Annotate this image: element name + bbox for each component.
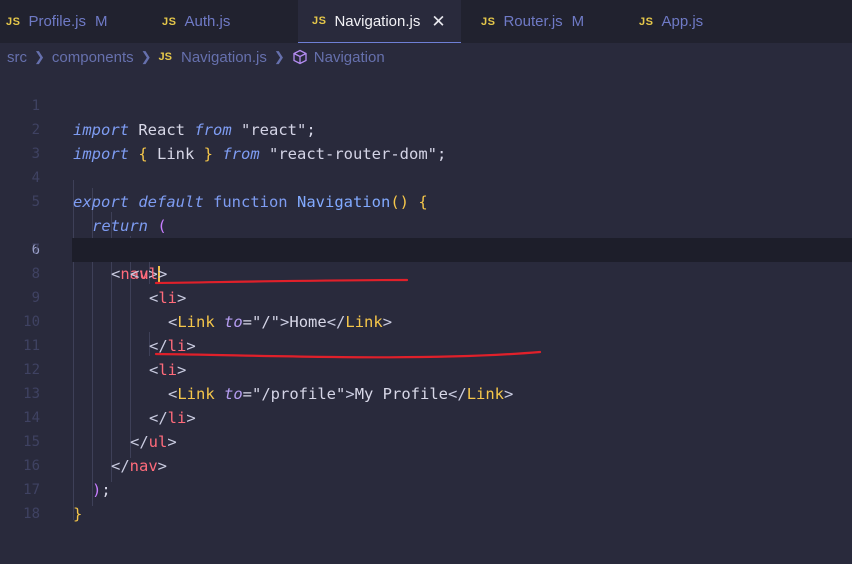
tab-profile-js[interactable]: JS Profile.js M [6,0,108,43]
code-line: 15 </nav> [0,406,852,475]
tab-label: Auth.js [184,13,231,30]
code-editor[interactable]: 1 import React from "react"; 2 import { … [0,70,852,564]
code-line: 7 <ul> [0,214,852,283]
breadcrumb-item-components[interactable]: components [52,49,134,66]
code-line-current: 6 <nav> [0,190,852,284]
modified-indicator: M [571,13,585,30]
tab-label: Navigation.js [334,12,421,30]
code-line: 12 <Link to="/profile">My Profile</Link> [0,334,852,403]
breadcrumb-item-file[interactable]: Navigation.js [181,49,267,66]
tab-navigation-js[interactable]: JS Navigation.js ✕ [298,0,461,43]
symbol-cube-icon [292,49,308,65]
code-line: 2 import { Link } from "react-router-dom… [0,94,852,163]
line-number: 18 [23,506,40,522]
breadcrumb: src ❯ components ❯ JS Navigation.js ❯ Na… [0,44,852,70]
close-icon[interactable]: ✕ [431,13,445,30]
modified-indicator: M [95,13,108,30]
chevron-right-icon: ❯ [273,49,285,64]
code-line: 11 <li> [0,310,852,379]
breadcrumb-item-src[interactable]: src [7,49,27,66]
javascript-file-icon: JS [6,15,21,28]
code-line: 8 <li> [0,238,852,307]
breadcrumb-item-symbol[interactable]: Navigation [314,49,385,66]
code-line: 18 [0,478,852,522]
code-line: 13 </li> [0,358,852,427]
javascript-file-icon: JS [481,15,496,28]
code-text: } [73,505,83,523]
javascript-file-icon: JS [158,51,172,63]
tab-label: Profile.js [28,13,86,30]
chevron-right-icon: ❯ [34,49,45,64]
tab-auth-js[interactable]: JS Auth.js [162,0,230,43]
javascript-file-icon: JS [312,15,327,27]
code-line: 16 ); [0,430,852,499]
code-line: 17 } [0,454,852,523]
tab-label: Router.js [503,13,563,30]
code-line: 3 [0,118,852,162]
javascript-file-icon: JS [162,15,177,28]
code-line: 4 export default function Navigation() { [0,142,852,211]
code-line: 14 </ul> [0,382,852,451]
code-line: 9 <Link to="/">Home</Link> [0,262,852,331]
code-line: 1 import React from "react"; [0,70,852,139]
code-line: 5 return ( [0,166,852,235]
chevron-right-icon: ❯ [140,49,152,64]
tab-app-js[interactable]: JS App.js [639,0,703,43]
tab-router-js[interactable]: JS Router.js M [481,0,584,43]
javascript-file-icon: JS [639,15,654,28]
editor-tab-bar: JS Profile.js M JS Auth.js JS Navigation… [0,0,852,43]
tab-label: App.js [661,13,704,30]
code-line: 10 </li> [0,286,852,355]
